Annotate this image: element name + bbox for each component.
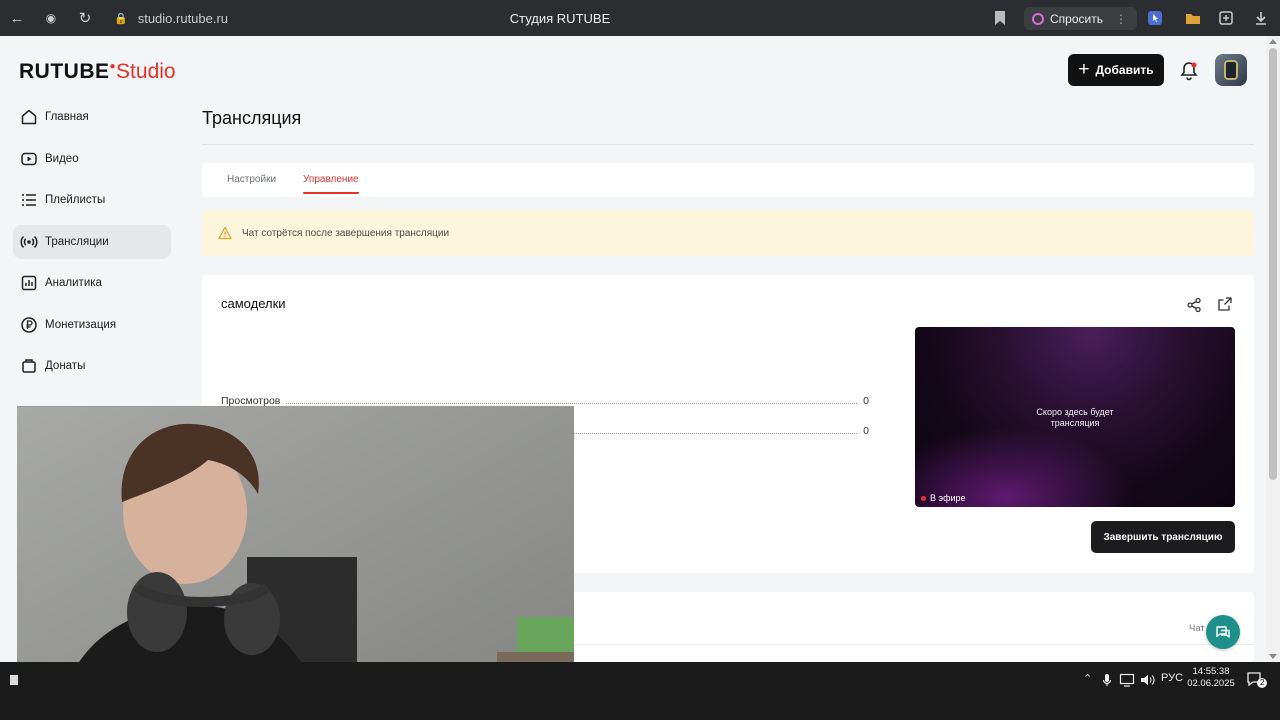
chat-label[interactable]: Чат <box>1189 623 1205 634</box>
live-dot-icon <box>921 495 926 501</box>
warning-text: Чат сотрётся после завершения трансляции <box>242 227 450 239</box>
chat-warning-banner: Чат сотрётся после завершения трансляции <box>202 210 1254 256</box>
preview-message: Скоро здесь будет трансляция <box>1036 407 1114 428</box>
page-title: Трансляция <box>202 108 302 128</box>
network-icon[interactable] <box>1119 673 1135 687</box>
sidebar: Главная Видео Плейлисты Трансляции Анали… <box>13 100 171 391</box>
sidebar-item-label: Главная <box>45 111 89 123</box>
windows-taskbar: ⌃ РУС 14:55:38 02.06.2025 2 <box>0 662 1280 720</box>
more-icon[interactable]: ⋮ <box>1115 12 1127 26</box>
analytics-icon <box>21 275 37 291</box>
logo-brand: RUTUBE <box>19 60 110 83</box>
bookmark-icon[interactable] <box>994 10 1006 26</box>
extension-icon[interactable] <box>1147 10 1163 26</box>
download-icon[interactable] <box>1253 10 1269 26</box>
stat-value: 0 <box>863 425 869 437</box>
title-divider <box>202 144 1254 145</box>
sidebar-item-label: Видео <box>45 152 79 165</box>
share-icon[interactable] <box>1186 297 1202 313</box>
address-bar[interactable]: studio.rutube.ru <box>138 11 228 26</box>
volume-icon[interactable] <box>1139 673 1155 687</box>
folder-icon[interactable] <box>1185 10 1201 26</box>
sidebar-item-playlists[interactable]: Плейлисты <box>13 183 171 217</box>
support-chat-button[interactable] <box>1206 615 1240 649</box>
reload-icon[interactable]: ↻ <box>68 0 102 36</box>
plus-icon: + <box>1078 58 1090 80</box>
chat-bubble-icon <box>1216 626 1230 638</box>
sidebar-item-label: Донаты <box>45 360 86 372</box>
collections-icon[interactable] <box>1218 10 1234 26</box>
video-icon <box>21 152 37 165</box>
add-label: Добавить <box>1095 63 1154 77</box>
language-indicator[interactable]: РУС <box>1161 672 1183 684</box>
notification-center-icon[interactable]: 2 <box>1246 671 1268 688</box>
open-external-icon[interactable] <box>1218 297 1232 311</box>
notifications-bell-icon[interactable] <box>1180 61 1198 81</box>
ask-label: Спросить <box>1050 11 1103 26</box>
browser-toolbar: ← ◉ ↻ 🔒 studio.rutube.ru Студия RUTUBE С… <box>0 0 1280 36</box>
microphone-icon[interactable] <box>1102 673 1112 687</box>
system-clock[interactable]: 14:55:38 02.06.2025 <box>1186 666 1236 690</box>
stream-name: самоделки <box>221 296 286 311</box>
sidebar-item-donations[interactable]: Донаты <box>13 349 171 383</box>
sidebar-item-label: Монетизация <box>45 318 117 331</box>
broadcast-icon <box>20 235 38 248</box>
sidebar-item-label: Плейлисты <box>45 194 106 206</box>
back-icon[interactable]: ← <box>0 0 34 36</box>
rutube-studio-logo[interactable]: RUTUBE●Studio <box>19 60 176 84</box>
notification-count: 2 <box>1257 678 1268 688</box>
live-badge: В эфире <box>921 493 966 503</box>
logo-studio: Studio <box>116 60 176 83</box>
playlist-icon <box>22 194 36 206</box>
sidebar-item-label: Аналитика <box>45 277 102 289</box>
sidebar-item-monetization[interactable]: Монетизация <box>13 308 171 342</box>
tab-settings[interactable]: Настройки <box>227 174 276 185</box>
end-stream-button[interactable]: Завершить трансляцию <box>1091 521 1235 553</box>
stream-preview[interactable]: Скоро здесь будет трансляция В эфире <box>915 327 1235 507</box>
live-label: В эфире <box>930 493 966 503</box>
sidebar-item-broadcasts[interactable]: Трансляции <box>13 224 171 259</box>
ask-button[interactable]: Спросить ⋮ <box>1024 7 1137 30</box>
lock-icon: 🔒 <box>114 12 128 25</box>
tray-chevron-icon[interactable]: ⌃ <box>1083 672 1092 685</box>
alice-icon <box>1032 12 1044 25</box>
tab-management[interactable]: Управление <box>303 174 359 194</box>
stat-row-views: Просмотров 0 <box>221 393 869 407</box>
stat-value: 0 <box>863 395 869 407</box>
sidebar-item-label: Трансляции <box>45 235 109 248</box>
sidebar-item-home[interactable]: Главная <box>13 100 171 134</box>
add-button[interactable]: + Добавить <box>1068 54 1164 86</box>
donate-icon <box>22 359 36 373</box>
home-icon <box>21 109 37 125</box>
user-avatar[interactable] <box>1215 54 1247 86</box>
page-scrollbar[interactable] <box>1266 36 1280 662</box>
scrollbar-thumb[interactable] <box>1269 48 1277 480</box>
start-icon[interactable] <box>10 675 18 685</box>
sidebar-item-video[interactable]: Видео <box>13 142 171 176</box>
tabs-bar: Настройки Управление <box>202 163 1254 197</box>
monetization-icon <box>21 316 37 333</box>
warning-icon <box>218 226 232 240</box>
yandex-icon[interactable]: ◉ <box>34 0 68 36</box>
sidebar-item-analytics[interactable]: Аналитика <box>13 266 171 300</box>
app-header: RUTUBE●Studio + Добавить <box>0 36 1266 106</box>
